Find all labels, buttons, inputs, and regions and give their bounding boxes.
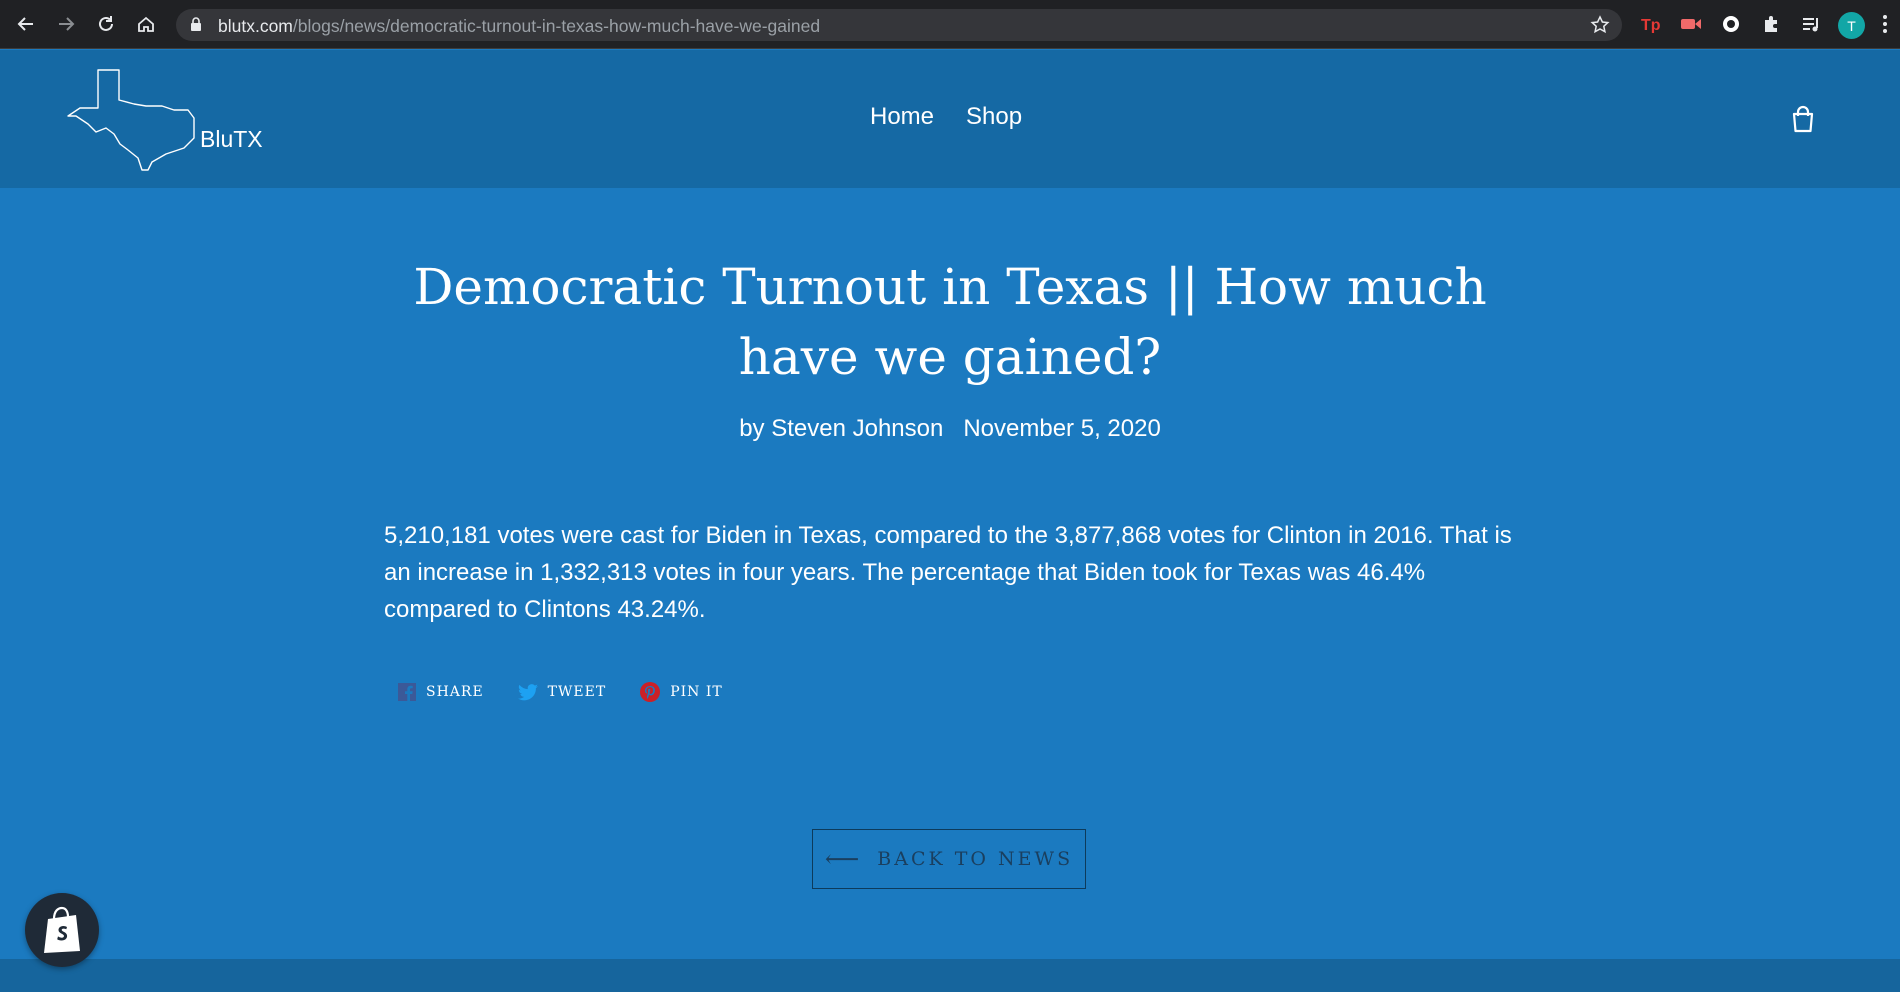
circle-extension-icon[interactable] [1720,13,1742,35]
bookmark-star-icon[interactable] [1590,15,1610,40]
svg-text:Tp: Tp [1641,17,1661,33]
article-author: by Steven Johnson [739,415,944,442]
shopify-bag-icon[interactable] [25,893,99,967]
twitter-icon [517,683,538,700]
share-twitter-label: TWEET [547,684,607,700]
share-pinterest-button[interactable]: PIN IT [640,682,723,702]
url-host: blutx.com [218,16,293,36]
texas-outline-icon [67,69,195,171]
video-extension-icon[interactable] [1680,13,1702,35]
back-to-news-label: BACK TO NEWS [877,848,1074,870]
article-body: 5,210,181 votes were cast for Biden in T… [384,522,1512,623]
share-facebook-button[interactable]: SHARE [398,683,484,701]
logo-text: BluTX [200,126,263,152]
menu-kebab-icon[interactable] [1874,13,1896,35]
back-arrow-icon[interactable] [14,12,38,36]
share-twitter-button[interactable]: TWEET [517,683,607,701]
site-footer [0,959,1900,992]
url-text: blutx.com/blogs/news/democratic-turnout-… [218,16,820,37]
browser-toolbar: blutx.com/blogs/news/democratic-turnout-… [0,0,1900,49]
site-header: BluTX Home Shop [0,50,1900,188]
article-meta: by Steven Johnson November 5, 2020 [360,415,1540,443]
profile-avatar[interactable]: T [1838,12,1865,39]
pinterest-icon [640,682,661,702]
nav-link-home[interactable]: Home [870,103,934,131]
main-nav: Home Shop [870,103,1022,131]
back-to-news-button[interactable]: ⟵ BACK TO NEWS [812,829,1086,889]
article-title: Democratic Turnout in Texas || How much … [413,258,1487,386]
nav-link-shop[interactable]: Shop [966,103,1022,131]
article-date: November 5, 2020 [963,415,1161,442]
share-buttons: SHARE TWEET PIN IT [398,682,723,702]
lock-icon [190,17,202,37]
home-icon[interactable] [134,12,158,36]
share-facebook-label: SHARE [426,684,484,700]
site-logo[interactable]: BluTX [66,68,263,171]
share-pinterest-label: PIN IT [670,684,723,700]
forward-arrow-icon[interactable] [54,12,78,36]
tp-extension-icon[interactable]: Tp [1640,13,1662,35]
puzzle-icon[interactable] [1760,13,1782,35]
url-path: /blogs/news/democratic-turnout-in-texas-… [292,16,821,36]
left-arrow-icon: ⟵ [824,845,860,873]
address-bar[interactable]: blutx.com/blogs/news/democratic-turnout-… [176,9,1622,41]
facebook-icon [398,683,416,701]
reload-icon[interactable] [94,12,118,36]
reading-list-icon[interactable] [1800,13,1822,35]
shopping-bag-icon[interactable] [1788,104,1818,134]
